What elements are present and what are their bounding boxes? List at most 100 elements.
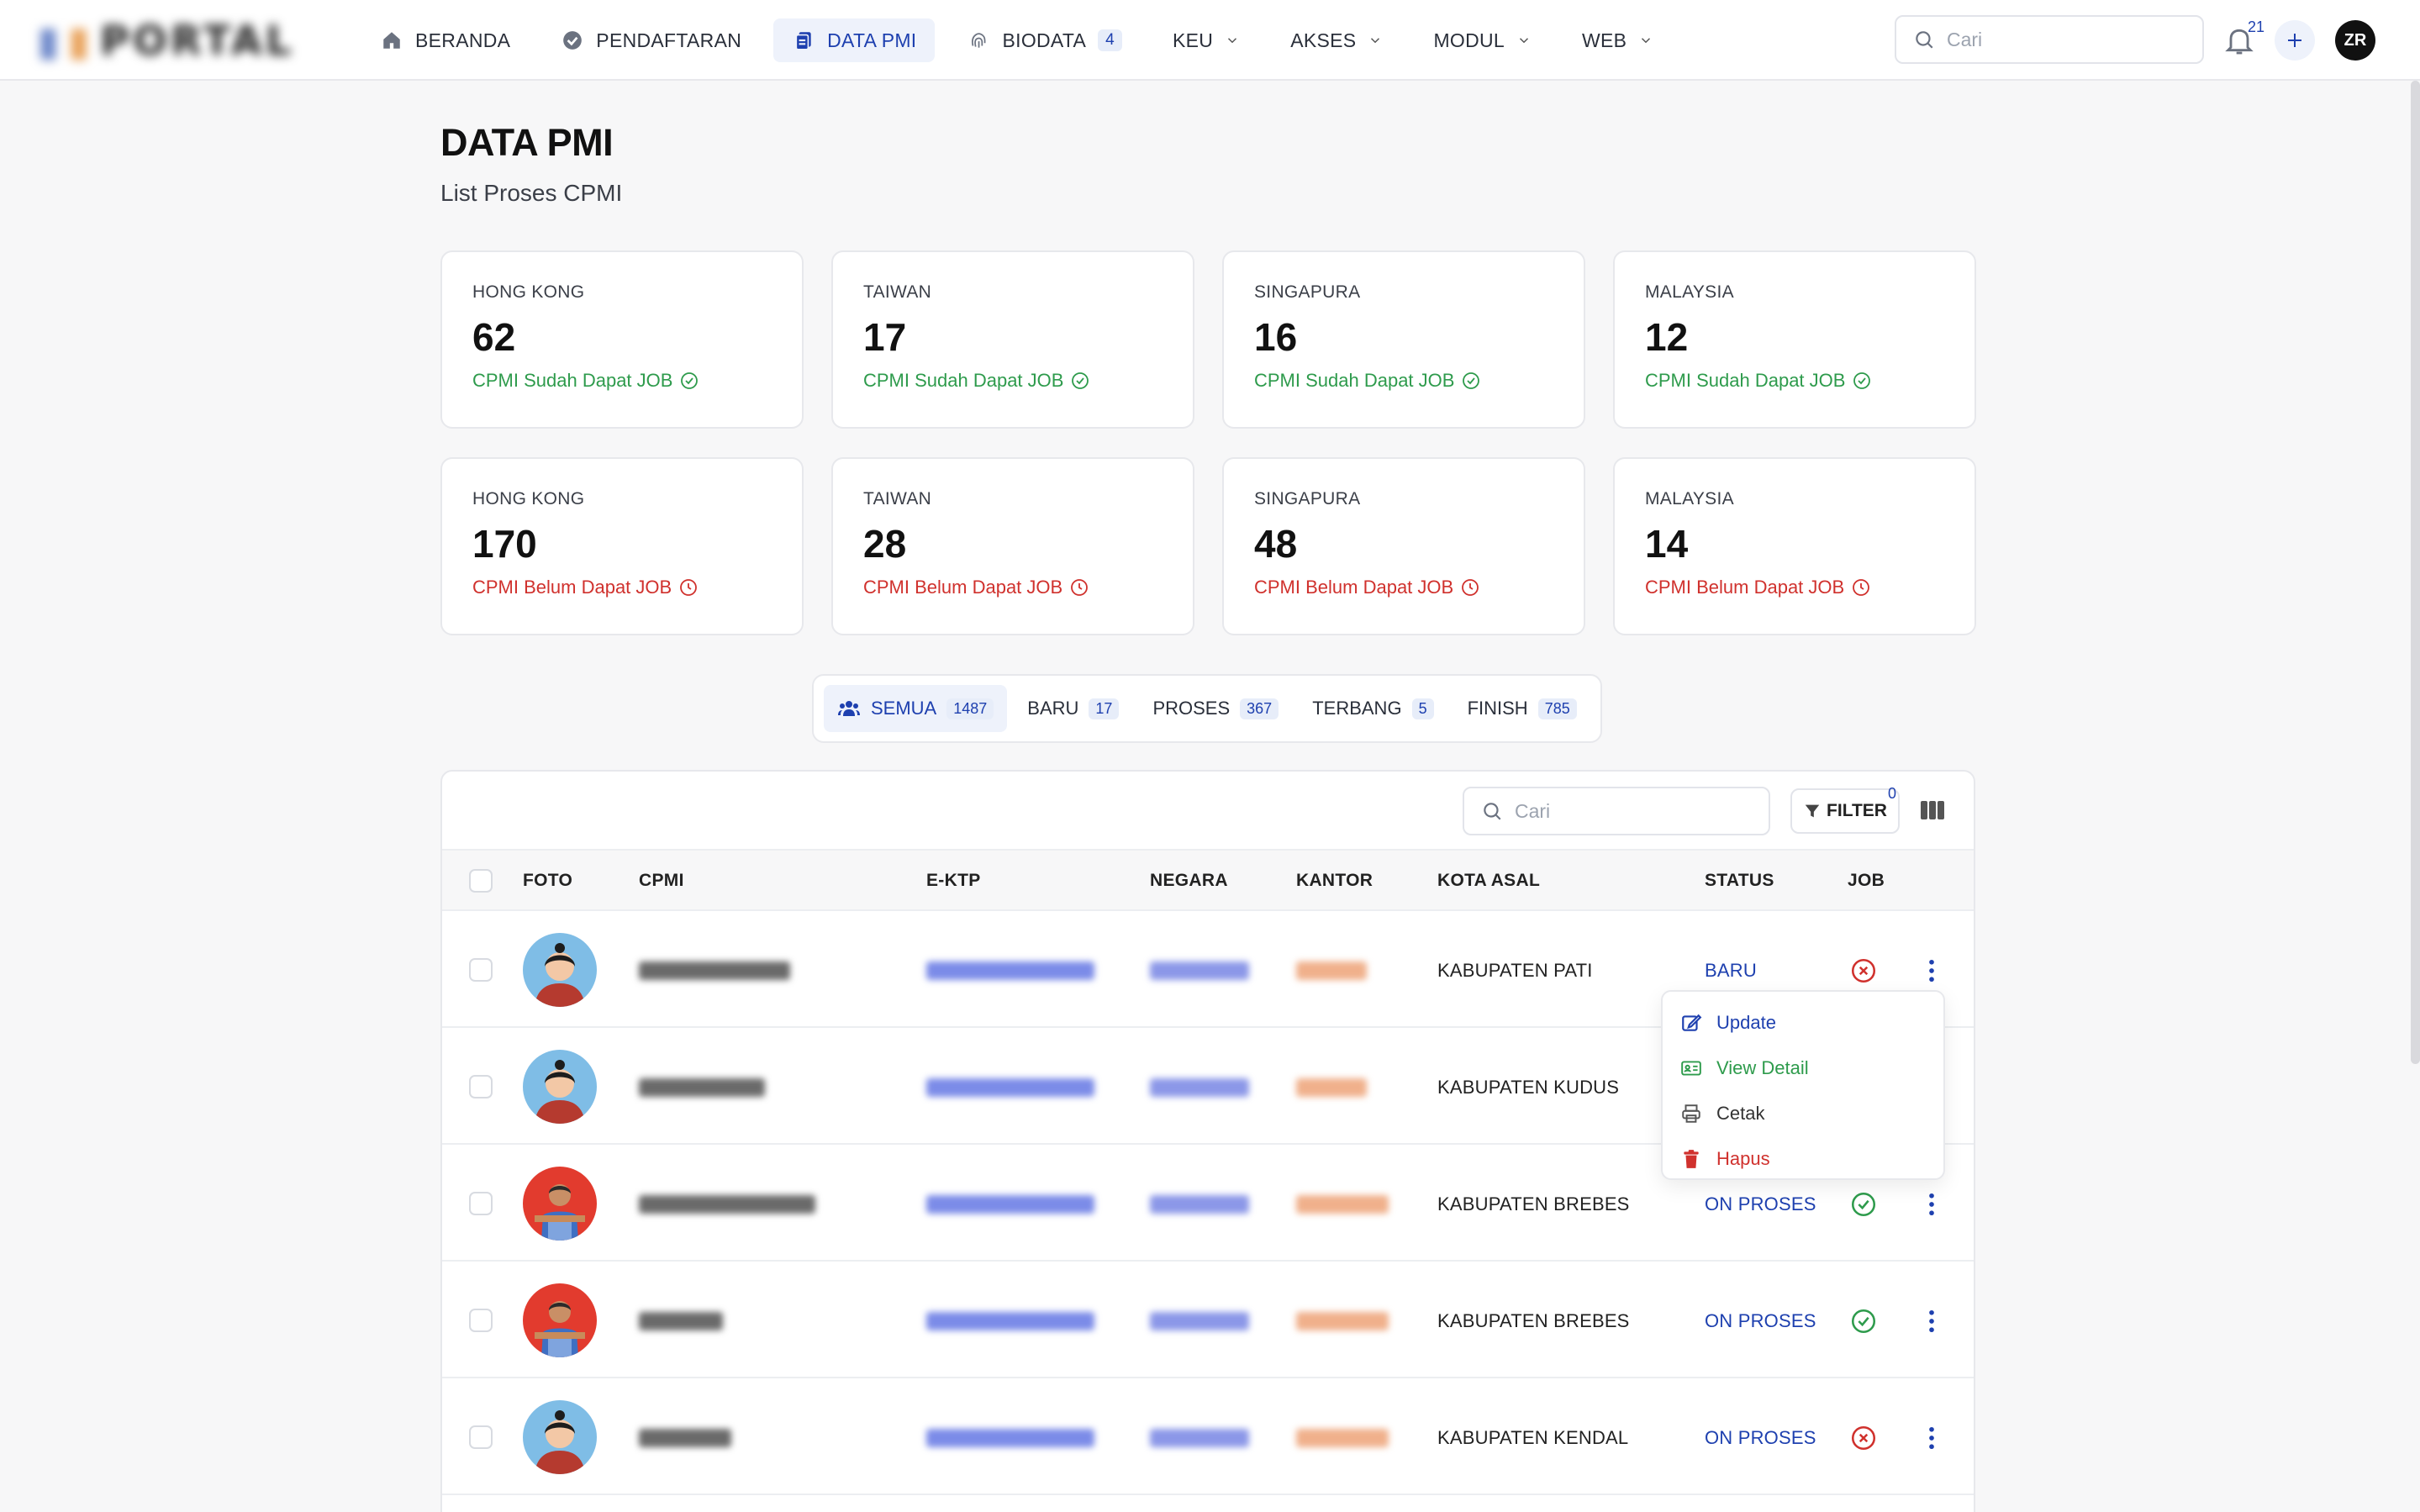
stat-card-malaysia-nojob[interactable]: MALAYSIA 14 CPMI Belum Dapat JOB <box>1613 457 1976 635</box>
brand-logo[interactable]: ▮ ▮ PORTAL <box>37 18 323 65</box>
status-badge: ON PROSES <box>1705 1427 1816 1448</box>
col-foto[interactable]: FOTO <box>523 871 572 891</box>
card-desc: CPMI Belum Dapat JOB <box>1645 577 1974 598</box>
menu-update[interactable]: Update <box>1663 1000 1943 1046</box>
tab-terbang[interactable]: TERBANG 5 <box>1299 685 1447 732</box>
col-kantor[interactable]: KANTOR <box>1296 871 1373 891</box>
col-ektp[interactable]: E-KTP <box>926 871 981 891</box>
kantor-redacted <box>1296 1312 1389 1330</box>
row-checkbox[interactable] <box>469 1192 493 1215</box>
user-avatar[interactable]: ZR <box>2335 20 2375 61</box>
more-vertical-icon[interactable] <box>1923 956 1940 985</box>
nav-keu[interactable]: KEU <box>1154 18 1258 62</box>
table-search-input[interactable] <box>1515 799 1750 823</box>
cpmi-name-redacted <box>639 1195 815 1214</box>
card-desc: CPMI Sudah Dapat JOB <box>472 370 802 392</box>
more-vertical-icon[interactable] <box>1923 1307 1940 1336</box>
card-country: SINGAPURA <box>1254 282 1361 302</box>
negara-redacted <box>1150 961 1249 980</box>
clock-icon <box>680 579 698 596</box>
nav-akses[interactable]: AKSES <box>1272 18 1401 62</box>
stat-card-hong-kong-job[interactable]: HONG KONG 62 CPMI Sudah Dapat JOB <box>440 250 804 429</box>
tab-label: BARU <box>1027 698 1079 719</box>
filter-label: FILTER <box>1827 801 1887 820</box>
row-checkbox[interactable] <box>469 1425 493 1449</box>
tab-finish[interactable]: FINISH 785 <box>1454 685 1590 732</box>
trash-icon <box>1679 1147 1703 1171</box>
more-vertical-icon[interactable] <box>1923 1424 1940 1452</box>
status-badge: ON PROSES <box>1705 1310 1816 1331</box>
tab-label: PROSES <box>1152 698 1231 719</box>
nav-label: BIODATA <box>1002 29 1087 51</box>
more-vertical-icon[interactable] <box>1923 1190 1940 1219</box>
nav-biodata[interactable]: BIODATA 4 <box>948 18 1141 62</box>
kantor-redacted <box>1296 961 1367 980</box>
tab-baru[interactable]: BARU 17 <box>1014 685 1132 732</box>
search-icon <box>1916 31 1933 49</box>
row-checkbox[interactable] <box>469 958 493 982</box>
col-negara[interactable]: NEGARA <box>1150 871 1228 891</box>
row-action-menu: Update View Detail Cetak Hapus <box>1661 990 1945 1180</box>
ektp-redacted <box>926 1312 1094 1330</box>
tab-proses[interactable]: PROSES 367 <box>1139 685 1292 732</box>
avatar <box>523 933 597 1007</box>
stat-card-malaysia-job[interactable]: MALAYSIA 12 CPMI Sudah Dapat JOB <box>1613 250 1976 429</box>
card-count: 170 <box>472 522 537 566</box>
nav-label: PENDAFTARAN <box>596 29 742 51</box>
col-cpmi[interactable]: CPMI <box>639 871 684 891</box>
verified-badge-icon <box>561 29 584 52</box>
kota-asal: KABUPATEN BREBES <box>1437 1193 1630 1214</box>
avatar <box>523 1400 597 1474</box>
check-circle-icon <box>1072 372 1089 389</box>
columns-icon[interactable] <box>1920 798 1945 822</box>
nav-pendaftaran[interactable]: PENDAFTARAN <box>542 18 760 62</box>
global-search-input[interactable] <box>1947 28 2182 51</box>
filter-button[interactable]: FILTER <box>1790 788 1900 834</box>
row-checkbox[interactable] <box>469 1309 493 1332</box>
ektp-redacted <box>926 1078 1094 1097</box>
stat-card-taiwan-job[interactable]: TAIWAN 17 CPMI Sudah Dapat JOB <box>831 250 1194 429</box>
stat-card-singapura-nojob[interactable]: SINGAPURA 48 CPMI Belum Dapat JOB <box>1222 457 1585 635</box>
card-country: HONG KONG <box>472 282 585 302</box>
status-tabs: SEMUA 1487 BARU 17 PROSES 367 TERBANG 5 … <box>812 674 1602 743</box>
menu-cetak[interactable]: Cetak <box>1663 1091 1943 1136</box>
menu-label: Cetak <box>1716 1103 1765 1124</box>
col-status[interactable]: STATUS <box>1705 871 1774 891</box>
check-circle-icon <box>1851 1309 1876 1334</box>
kantor-redacted <box>1296 1078 1367 1097</box>
nav-web[interactable]: WEB <box>1563 18 1672 62</box>
nav-beranda[interactable]: BERANDA <box>361 18 529 62</box>
x-circle-icon <box>1851 1425 1876 1451</box>
check-circle-icon <box>681 372 699 389</box>
negara-redacted <box>1150 1078 1249 1097</box>
stat-card-singapura-job[interactable]: SINGAPURA 16 CPMI Sudah Dapat JOB <box>1222 250 1585 429</box>
clock-icon <box>1853 579 1870 596</box>
page-scrollbar[interactable] <box>2411 81 2420 1064</box>
edit-icon <box>1679 1011 1703 1035</box>
status-badge: BARU <box>1705 960 1757 981</box>
chevron-down-icon <box>1228 38 1237 44</box>
table-header: FOTO CPMI E-KTP NEGARA KANTOR KOTA ASAL … <box>442 849 1974 911</box>
add-button[interactable] <box>2275 20 2315 61</box>
nav-data-pmi[interactable]: DATA PMI <box>773 18 936 62</box>
nav-modul[interactable]: MODUL <box>1415 18 1550 62</box>
menu-hapus[interactable]: Hapus <box>1663 1136 1943 1182</box>
row-checkbox[interactable] <box>469 1075 493 1098</box>
chevron-down-icon <box>1642 38 1651 44</box>
card-country: TAIWAN <box>863 489 932 508</box>
table-row[interactable]: KABUPATEN KENDAL ON PROSES <box>442 1378 1974 1495</box>
menu-view-detail[interactable]: View Detail <box>1663 1046 1943 1091</box>
main-nav: BERANDA PENDAFTARAN DATA PMI BIODATA 4 K… <box>361 18 1685 62</box>
col-job[interactable]: JOB <box>1848 871 1885 891</box>
nav-label: WEB <box>1582 29 1627 51</box>
stat-card-taiwan-nojob[interactable]: TAIWAN 28 CPMI Belum Dapat JOB <box>831 457 1194 635</box>
select-all-checkbox[interactable] <box>469 869 493 893</box>
ektp-redacted <box>926 961 1094 980</box>
nav-label: DATA PMI <box>827 29 917 51</box>
table-row[interactable]: KABUPATEN BREBES ON PROSES <box>442 1262 1974 1378</box>
tab-semua[interactable]: SEMUA 1487 <box>824 685 1008 732</box>
tab-label: SEMUA <box>871 698 937 719</box>
col-kota-asal[interactable]: KOTA ASAL <box>1437 871 1540 891</box>
stat-card-hong-kong-nojob[interactable]: HONG KONG 170 CPMI Belum Dapat JOB <box>440 457 804 635</box>
kota-asal: KABUPATEN KUDUS <box>1437 1077 1620 1098</box>
